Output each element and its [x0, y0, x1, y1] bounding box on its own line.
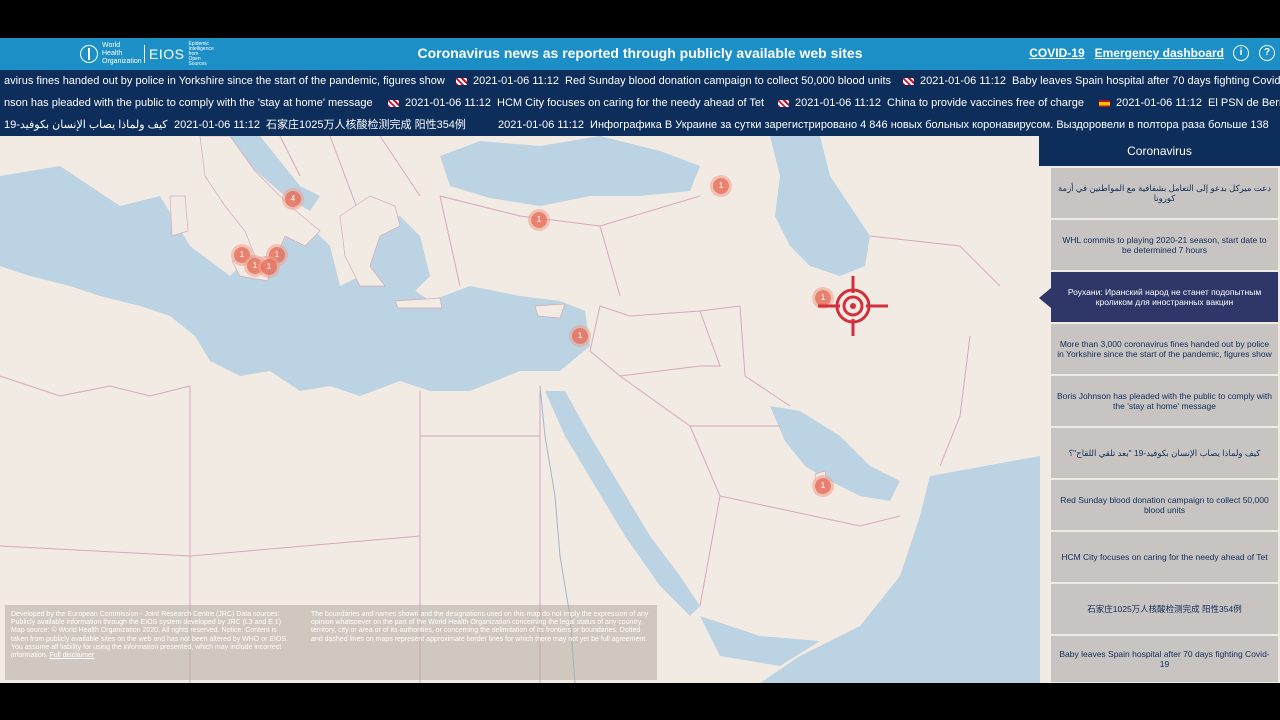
header-links: COVID-19 Emergency dashboard	[1029, 46, 1224, 60]
news-cluster-marker[interactable]: 4	[285, 191, 301, 207]
news-list-item[interactable]: دعت ميركل بدعو إلى التعامل بشفافية مع ال…	[1051, 168, 1278, 218]
ticker-item-text: HCM City focuses on caring for the needy…	[497, 97, 765, 109]
map-disclaimer: Developed by the European Commission - J…	[5, 605, 657, 680]
news-list-item[interactable]: HCM City focuses on caring for the needy…	[1051, 532, 1278, 582]
ticker-line-3: كيف ولماذا يصاب الإنسان بكوفيد-19 2021-0…	[0, 114, 1280, 136]
info-icon[interactable]: i	[1233, 45, 1249, 61]
ticker-item-text: 石家庄1025万人核酸检测完成 阳性354例	[266, 119, 466, 131]
news-cluster-marker[interactable]: 1	[531, 212, 547, 228]
ticker-item-text: nson has pleaded with the public to comp…	[4, 97, 373, 109]
ticker-item-text: كيف ولماذا يصاب الإنسان بكوفيد-19	[4, 119, 168, 131]
ticker-item[interactable]: 2021-01-06 11:12 China to provide vaccine…	[778, 92, 1084, 114]
ticker-item[interactable]: 2021-01-06 11:12 Baby leaves Spain hospit…	[903, 70, 1280, 92]
uk-flag-icon	[388, 99, 399, 107]
news-list-item[interactable]: Boris Johnson has pleaded with the publi…	[1051, 376, 1278, 426]
ticker-line-2: nson has pleaded with the public to comp…	[0, 92, 1280, 114]
emergency-dashboard-link[interactable]: Emergency dashboard	[1095, 46, 1224, 60]
ticker-item-date: 2021-01-06 11:12	[498, 119, 585, 131]
ticker-item[interactable]: 2021-01-06 11:12 HCM City focuses on cari…	[388, 92, 764, 114]
ticker-item-date: 2021-01-06 11:12	[174, 119, 261, 131]
news-ticker: avirus fines handed out by police in Yor…	[0, 70, 1280, 136]
ticker-item-date: 2021-01-06 11:12	[405, 97, 492, 109]
news-list-item[interactable]: كيف ولماذا يصاب الإنسان بكوفيد-19 "بعد ت…	[1051, 428, 1278, 478]
ticker-item[interactable]: كيف ولماذا يصاب الإنسان بكوفيد-19	[4, 114, 168, 136]
ticker-item[interactable]: 2021-01-06 11:12 Red Sunday blood donatio…	[456, 70, 891, 92]
ticker-item-date: 2021-01-06 11:12	[920, 75, 1007, 87]
news-cluster-marker[interactable]: 1	[815, 478, 831, 494]
news-side-panel: Coronavirus دعت ميركل بدعو إلى التعامل ب…	[1038, 136, 1280, 683]
spain-flag-icon	[1099, 99, 1110, 107]
news-cluster-marker[interactable]: 1	[572, 328, 588, 344]
ticker-item-date: 2021-01-06 11:12	[795, 97, 882, 109]
uk-flag-icon	[778, 99, 789, 107]
news-list-item[interactable]: 石家庄1025万人核酸检测完成 阳性354例	[1051, 584, 1278, 634]
sardinia	[169, 195, 189, 237]
ticker-item-text: Инфографика В Украине за сутки зарегистр…	[590, 119, 1269, 131]
ticker-item-date: 2021-01-06 11:12	[1116, 97, 1203, 109]
ticker-item-date: 2021-01-06 11:12	[473, 75, 560, 87]
news-list-item[interactable]: Red Sunday blood donation campaign to co…	[1051, 480, 1278, 530]
ticker-item-text: Red Sunday blood donation campaign to co…	[565, 75, 892, 87]
ticker-item[interactable]: 2021-01-06 11:12 El PSN de Berr	[1099, 92, 1280, 114]
covid-19-link[interactable]: COVID-19	[1029, 46, 1084, 60]
ticker-item-text: Baby leaves Spain hospital after 70 days…	[1012, 75, 1280, 87]
uk-flag-icon	[903, 77, 914, 85]
news-list-item[interactable]: WHL commits to playing 2020-21 season, s…	[1051, 220, 1278, 270]
ticker-item[interactable]: nson has pleaded with the public to comp…	[4, 92, 373, 114]
news-cluster-marker[interactable]: 1	[261, 259, 277, 275]
ticker-item[interactable]: avirus fines handed out by police in Yor…	[4, 70, 445, 92]
cyprus	[534, 303, 566, 319]
news-cluster-marker[interactable]: 1	[713, 178, 729, 194]
ticker-item-text: China to provide vaccines free of charge	[887, 97, 1084, 109]
disclaimer-source-text: Developed by the European Commission - J…	[11, 611, 291, 660]
help-icon[interactable]: ?	[1259, 45, 1275, 61]
ticker-item[interactable]: 2021-01-06 11:12 Инфографика В Украине за…	[498, 114, 1269, 136]
app-header: World Health Organization EIOS Epidemic …	[0, 38, 1280, 70]
panel-title: Coronavirus	[1039, 136, 1280, 166]
news-list-item[interactable]: More than 3,000 coronavirus fines handed…	[1051, 324, 1278, 374]
disclaimer-boundaries-text: The boundaries and names shown and the d…	[311, 611, 649, 643]
news-list-item-active[interactable]: Роухани: Иранский народ не станет подопы…	[1051, 272, 1278, 322]
full-disclaimer-link[interactable]: Full disclaimer	[50, 652, 95, 659]
ticker-line-1: avirus fines handed out by police in Yor…	[0, 70, 1280, 92]
ticker-item[interactable]: 2021-01-06 11:12 石家庄1025万人核酸检测完成 阳性354例	[174, 114, 466, 136]
news-list-item[interactable]: Baby leaves Spain hospital after 70 days…	[1051, 636, 1278, 682]
app-frame: World Health Organization EIOS Epidemic …	[0, 38, 1280, 683]
active-item-pointer	[1039, 288, 1051, 308]
selected-location-target-icon[interactable]	[818, 276, 888, 336]
uk-flag-icon	[456, 77, 467, 85]
ticker-item-text: El PSN de Berr	[1208, 97, 1280, 109]
ticker-item-text: avirus fines handed out by police in Yor…	[4, 75, 445, 87]
